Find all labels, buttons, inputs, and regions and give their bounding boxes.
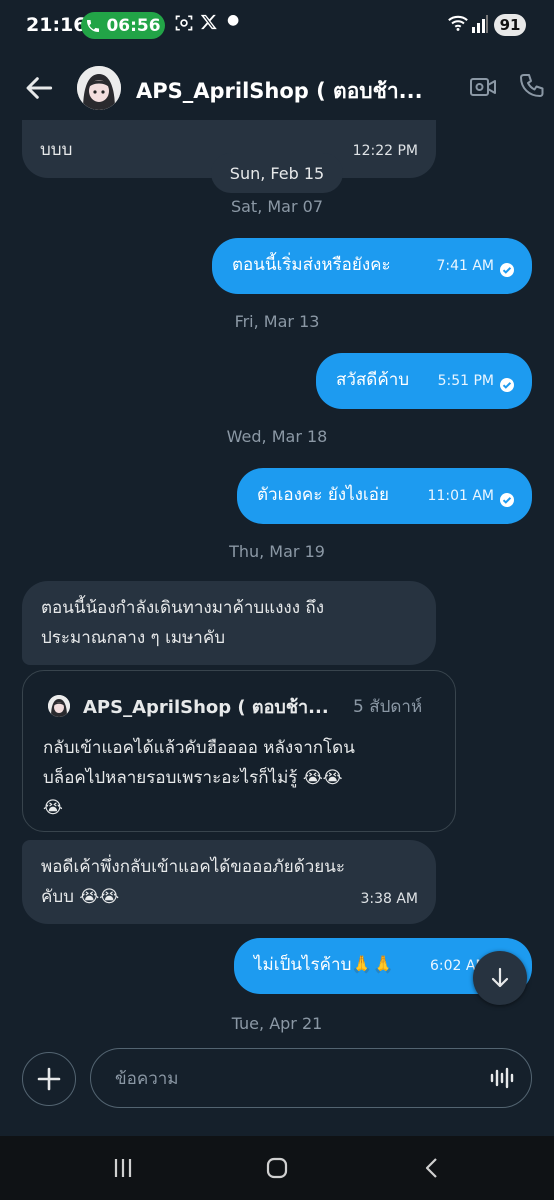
received-message[interactable]: พอดีเค้าพึ่งกลับเข้าแอคได้ขอออภัยด้วยนะ …: [22, 840, 436, 924]
check-circle-icon: [500, 263, 514, 277]
phone-call-icon[interactable]: [516, 72, 546, 102]
ongoing-call-pill[interactable]: 06:56: [81, 12, 165, 39]
arrow-down-icon: [491, 967, 509, 988]
profile-picture-icon: [48, 695, 70, 717]
wifi-icon: [448, 15, 468, 31]
message-time: 3:38 AM: [360, 891, 418, 907]
status-time: 21:16: [26, 14, 87, 36]
quoted-text-line: บล็อคไปหลายรอบเพราะอะไรก็ไม่รู้ 😭😭: [43, 768, 343, 788]
quoted-post-time: 5 สัปดาห์: [353, 697, 423, 717]
avatar: [48, 695, 70, 717]
back-arrow-icon[interactable]: [24, 72, 56, 104]
status-bar: 21:16 06:56 ● 91: [0, 0, 554, 52]
quoted-text-line: กลับเข้าแอคได้แล้วคับฮืออออ หลังจากโดน: [43, 738, 355, 758]
sent-message[interactable]: ตอนนี้เริ่มส่งหรือยังคะ 7:41 AM: [212, 238, 532, 294]
message-text: ตัวเองคะ ยังไงเอ่ย: [257, 485, 389, 505]
avatar[interactable]: [77, 66, 121, 110]
quoted-text-line: 😭: [43, 798, 63, 818]
check-circle-icon: [500, 378, 514, 392]
conversation-title[interactable]: APS_AprilShop ( ตอบช้า...: [136, 75, 436, 108]
message-time: 5:51 PM: [437, 373, 494, 389]
check-circle-icon: [500, 493, 514, 507]
conversation-header: APS_AprilShop ( ตอบช้า...: [0, 52, 554, 124]
screenshot-icon: [175, 15, 193, 31]
x-logo-icon: [200, 14, 217, 30]
message-text: ตอนนี้เริ่มส่งหรือยังคะ: [232, 255, 391, 275]
notification-dot-icon: ●: [227, 12, 240, 28]
call-timer: 06:56: [106, 15, 161, 36]
phone-icon: [87, 19, 100, 32]
signal-icon: [472, 15, 488, 33]
received-message[interactable]: ตอนนี้น้องกำลังเดินทางมาค้าบแงงง ถึง ประ…: [22, 581, 436, 665]
message-input[interactable]: [113, 1063, 477, 1095]
message-text: สวัสดีค้าบ: [336, 370, 410, 390]
sticky-date-header: Sun, Feb 15: [211, 153, 343, 193]
sent-message[interactable]: สวัสดีค้าบ 5:51 PM: [316, 353, 532, 409]
voice-message-icon[interactable]: [489, 1065, 515, 1091]
message-time: 12:22 PM: [352, 143, 418, 159]
message-text-line: คับบ 😭😭: [41, 887, 120, 907]
date-separator: Sat, Mar 07: [230, 197, 324, 216]
battery-indicator: 91: [494, 14, 526, 36]
video-call-icon[interactable]: [468, 72, 498, 102]
quoted-post-text: กลับเข้าแอคได้แล้วคับฮืออออ หลังจากโดน บ…: [43, 733, 438, 823]
message-text-line: ตอนนี้น้องกำลังเดินทางมาค้าบแงงง ถึง: [41, 598, 325, 618]
recent-apps-icon[interactable]: [111, 1156, 135, 1180]
message-time: 11:01 AM: [427, 488, 494, 504]
sent-message[interactable]: ตัวเองคะ ยังไงเอ่ย 11:01 AM: [237, 468, 532, 524]
quoted-author: APS_AprilShop ( ตอบช้า...: [83, 697, 329, 718]
add-attachment-button[interactable]: [22, 1052, 76, 1106]
home-icon[interactable]: [265, 1156, 289, 1180]
scroll-to-bottom-button[interactable]: [473, 951, 527, 1005]
message-time: 7:41 AM: [436, 258, 494, 274]
message-text: บบบ: [40, 140, 73, 160]
quoted-post-card[interactable]: APS_AprilShop ( ตอบช้า... 5 สัปดาห์ กลับ…: [22, 670, 456, 832]
date-separator: Fri, Mar 13: [234, 312, 320, 331]
date-separator: Thu, Mar 19: [229, 542, 325, 561]
message-composer: [0, 1036, 554, 1136]
back-nav-icon[interactable]: [420, 1156, 444, 1180]
message-input-field[interactable]: [90, 1048, 532, 1108]
plus-icon: [37, 1067, 61, 1091]
system-navigation-bar: [0, 1136, 554, 1200]
message-text-line: พอดีเค้าพึ่งกลับเข้าแอคได้ขอออภัยด้วยนะ: [41, 857, 346, 877]
date-separator: Wed, Mar 18: [226, 427, 328, 446]
profile-picture-icon: [77, 66, 121, 110]
message-text: ไม่เป็นไรค้าบ🙏🙏: [254, 955, 394, 975]
message-text-line: ประมาณกลาง ๆ เมษาคับ: [41, 628, 226, 648]
date-separator: Tue, Apr 21: [231, 1014, 323, 1033]
